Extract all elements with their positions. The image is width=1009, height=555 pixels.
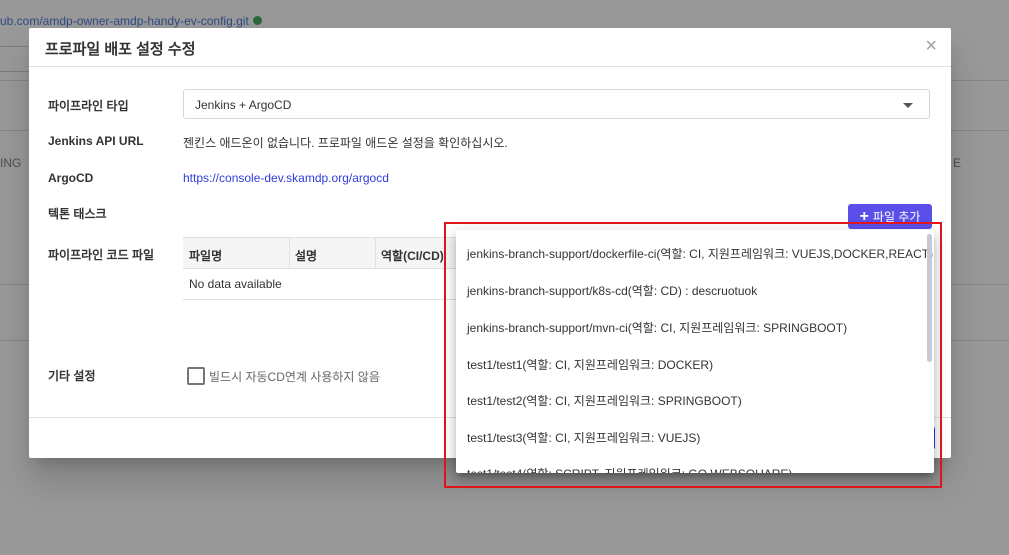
auto-cd-checkbox-label[interactable]: 빌드시 자동CD연계 사용하지 않음 (209, 368, 380, 385)
column-header-role[interactable]: 역할(CI/CD) (381, 247, 444, 264)
jenkins-api-url-value: 젠킨스 애드온이 없습니다. 프로파일 애드온 설정을 확인하십시오. (183, 136, 508, 150)
jenkins-api-url-label: Jenkins API URL (48, 134, 144, 148)
caret-down-icon (903, 103, 913, 108)
pipeline-type-select[interactable]: Jenkins + ArgoCD (183, 89, 930, 119)
dialog-title: 프로파일 배포 설정 수정 (45, 41, 196, 58)
column-header-filename[interactable]: 파일명 (189, 247, 222, 264)
plus-icon: + (859, 207, 869, 225)
other-settings-label: 기타 설정 (48, 369, 96, 383)
table-empty-message: No data available (189, 277, 282, 291)
tekton-task-label: 텍톤 태스크 (48, 207, 107, 221)
auto-cd-checkbox[interactable] (187, 367, 205, 385)
argocd-label: ArgoCD (48, 171, 94, 185)
highlight-box (444, 222, 942, 488)
close-icon[interactable]: × (925, 36, 937, 56)
column-divider (289, 238, 290, 268)
dialog-header: 프로파일 배포 설정 수정 × (29, 28, 951, 67)
pipeline-type-value: Jenkins + ArgoCD (195, 98, 292, 112)
code-file-label: 파이프라인 코드 파일 (48, 248, 155, 262)
column-header-description[interactable]: 설명 (295, 247, 317, 264)
argocd-link[interactable]: https://console-dev.skamdp.org/argocd (183, 171, 389, 185)
pipeline-type-label: 파이프라인 타입 (48, 99, 129, 113)
column-divider (375, 238, 376, 268)
